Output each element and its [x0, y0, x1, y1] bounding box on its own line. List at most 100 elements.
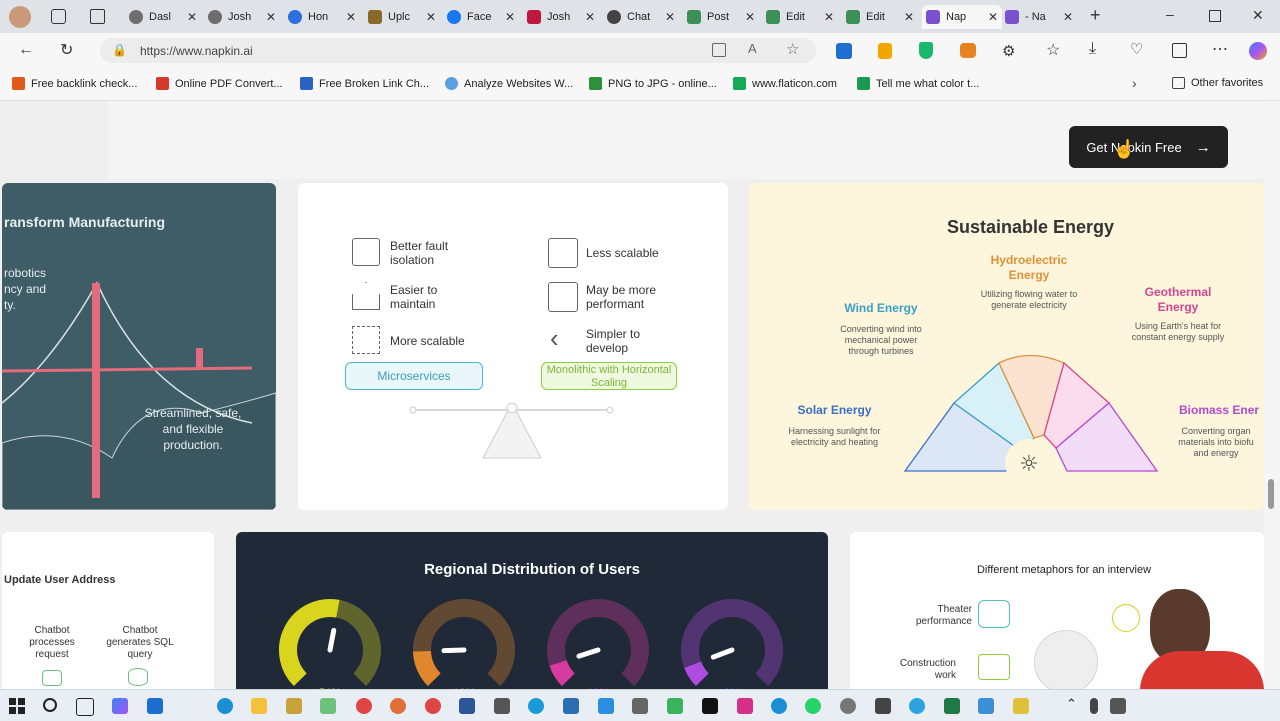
edge-active-icon[interactable] — [528, 698, 544, 714]
chatbot-step: Chatbot processes request — [29, 625, 75, 660]
extension-s-icon[interactable] — [836, 43, 852, 59]
chrome-icon[interactable] — [425, 698, 441, 714]
refresh-icon[interactable]: ↻ — [60, 40, 73, 60]
browser-tab[interactable]: Josh ✕ — [208, 5, 280, 29]
tray-chevron-icon[interactable]: ⌃ — [1066, 696, 1077, 712]
close-tab-icon[interactable]: ✕ — [266, 10, 276, 24]
microphone-icon[interactable] — [1090, 698, 1098, 714]
app-icon[interactable] — [667, 698, 683, 714]
file-explorer-icon[interactable] — [251, 698, 267, 714]
app-icon[interactable] — [1013, 698, 1029, 714]
more-menu-icon[interactable]: ⋯ — [1212, 39, 1228, 59]
downloads-icon[interactable]: ⤓ — [1089, 40, 1096, 58]
browser-tab[interactable]: Post ✕ — [687, 5, 759, 29]
whatsapp-icon[interactable] — [805, 698, 821, 714]
calculator-icon[interactable] — [875, 698, 891, 714]
browser-tab[interactable]: Uplc ✕ — [368, 5, 440, 29]
read-aloud-icon[interactable]: A — [748, 41, 757, 56]
app-icon[interactable] — [286, 698, 302, 714]
close-tab-icon[interactable]: ✕ — [187, 10, 197, 24]
back-icon[interactable]: ← — [18, 41, 34, 59]
browser-tab[interactable]: Chat ✕ — [607, 5, 679, 29]
browser-tab-active[interactable]: Nap ✕ — [922, 5, 1002, 29]
tiktok-icon[interactable] — [702, 698, 718, 714]
word-icon[interactable] — [459, 698, 475, 714]
extension-shield-icon[interactable] — [919, 42, 933, 59]
browser-tab[interactable]: Hon ✕ — [288, 5, 360, 29]
app-icon[interactable] — [390, 698, 406, 714]
task-view-icon[interactable] — [76, 698, 94, 716]
profile-avatar[interactable] — [9, 6, 31, 28]
get-napkin-free-button[interactable]: Get Napkin Free → — [1069, 126, 1228, 168]
copilot-icon[interactable] — [1249, 42, 1267, 60]
chatbot-card[interactable]: Update User Address Chatbot processes re… — [2, 532, 214, 689]
regional-distribution-card[interactable]: Regional Distribution of Users 54%16%10%… — [236, 532, 828, 689]
scrollbar-thumb[interactable] — [1268, 479, 1274, 509]
workspaces-icon[interactable] — [51, 9, 66, 24]
favorite-link[interactable]: Free Broken Link Ch... — [300, 77, 429, 90]
close-tab-icon[interactable]: ✕ — [904, 10, 914, 24]
notepad-icon[interactable] — [320, 698, 336, 714]
sustainable-energy-card[interactable]: Sustainable Energy Hydroelectric Energy … — [749, 183, 1264, 510]
browser-tab[interactable]: Face ✕ — [447, 5, 519, 29]
new-tab-icon[interactable]: + — [1090, 5, 1101, 26]
theater-icon — [978, 600, 1010, 628]
manufacturing-card[interactable]: ransform Manufacturing robotics ncy and … — [2, 183, 276, 510]
app-icon[interactable] — [771, 698, 787, 714]
excel-icon[interactable] — [944, 698, 960, 714]
close-tab-icon[interactable]: ✕ — [505, 10, 515, 24]
close-window-icon[interactable]: ✕ — [1252, 7, 1264, 24]
close-tab-icon[interactable]: ✕ — [745, 10, 755, 24]
browser-tab[interactable]: Josh ✕ — [527, 5, 599, 29]
other-favorites[interactable]: Other favorites — [1172, 77, 1263, 89]
start-icon[interactable] — [9, 698, 25, 714]
favorite-star-icon[interactable]: ☆ — [786, 40, 799, 58]
instagram-icon[interactable] — [737, 698, 753, 714]
gauge-needle — [576, 647, 601, 659]
favorite-link[interactable]: Online PDF Convert... — [156, 77, 283, 90]
performance-icon[interactable]: ♡ — [1130, 40, 1143, 58]
minimize-icon[interactable]: – — [1166, 6, 1174, 22]
close-tab-icon[interactable]: ✕ — [346, 10, 356, 24]
address-bar[interactable]: 🔒 https://www.napkin.ai A ☆ — [100, 38, 816, 63]
close-tab-icon[interactable]: ✕ — [1063, 10, 1073, 24]
vscode-icon[interactable] — [598, 698, 614, 714]
architecture-card[interactable]: Better fault isolation Easier to maintai… — [298, 183, 728, 510]
screenshot-icon[interactable] — [1172, 43, 1187, 58]
browser-tab[interactable]: Edit ✕ — [766, 5, 838, 29]
close-tab-icon[interactable]: ✕ — [426, 10, 436, 24]
favorite-link[interactable]: PNG to JPG - online... — [589, 77, 717, 90]
extension-honey-icon[interactable] — [878, 43, 892, 59]
outlook-icon[interactable] — [147, 698, 163, 714]
chevron-right-icon[interactable]: › — [1132, 75, 1137, 91]
search-icon[interactable] — [43, 698, 57, 712]
close-tab-icon[interactable]: ✕ — [988, 10, 998, 24]
browser-tab[interactable]: Dasl ✕ — [129, 5, 201, 29]
settings-icon[interactable] — [840, 698, 856, 714]
close-tab-icon[interactable]: ✕ — [585, 10, 595, 24]
favorite-link[interactable]: www.flaticon.com — [733, 77, 837, 90]
close-tab-icon[interactable]: ✕ — [824, 10, 834, 24]
app-icon[interactable] — [494, 698, 510, 714]
app-icon[interactable] — [632, 698, 648, 714]
close-tab-icon[interactable]: ✕ — [665, 10, 675, 24]
page-scrollbar[interactable] — [1264, 101, 1280, 689]
browser-tab[interactable]: Edit ✕ — [846, 5, 918, 29]
extensions-icon[interactable]: ⚙ — [1002, 42, 1015, 60]
edge-icon[interactable] — [217, 698, 233, 714]
telegram-icon[interactable] — [909, 698, 925, 714]
maximize-icon[interactable] — [1209, 10, 1221, 22]
browser-tab[interactable]: - Na ✕ — [1005, 5, 1077, 29]
favorite-link[interactable]: Free backlink check... — [12, 77, 137, 90]
tab-actions-icon[interactable] — [90, 9, 105, 24]
app-icon[interactable] — [356, 698, 372, 714]
favorites-icon[interactable]: ☆ — [1046, 40, 1060, 60]
app-icon[interactable] — [563, 698, 579, 714]
extension-metamask-icon[interactable] — [960, 43, 976, 58]
favorite-link[interactable]: Analyze Websites W... — [445, 77, 573, 90]
app-icon[interactable] — [978, 698, 994, 714]
copilot-taskbar-icon[interactable] — [112, 698, 128, 714]
favorite-link[interactable]: Tell me what color t... — [857, 77, 979, 90]
app-available-icon[interactable] — [712, 43, 726, 57]
tray-app-icon[interactable] — [1110, 698, 1126, 714]
